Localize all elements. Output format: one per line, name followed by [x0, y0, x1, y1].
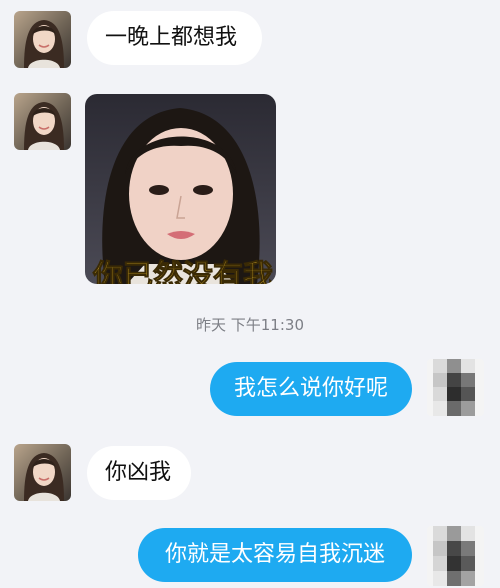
message-bubble-sent[interactable]: 你就是太容易自我沉迷: [138, 528, 412, 582]
message-text: 我怎么说你好呢: [233, 376, 388, 401]
sticker-message[interactable]: 你已然没有我: [85, 94, 276, 284]
contact-avatar-icon: [14, 444, 71, 501]
self-avatar[interactable]: [427, 359, 484, 416]
message-bubble-received[interactable]: 你凶我: [87, 446, 191, 500]
sticker-caption: 你已然没有我: [92, 259, 273, 284]
self-avatar-pixelated-icon: [427, 359, 484, 416]
self-avatar[interactable]: [427, 526, 484, 586]
message-text: 一晚上都想我: [105, 25, 238, 50]
contact-avatar-icon: [14, 11, 71, 68]
contact-avatar-icon: [14, 93, 71, 150]
contact-avatar[interactable]: [14, 93, 71, 150]
message-text: 你就是太容易自我沉迷: [164, 542, 385, 567]
sticker-image: 你已然没有我: [85, 94, 276, 284]
contact-avatar[interactable]: [14, 444, 71, 501]
contact-avatar[interactable]: [14, 11, 71, 68]
message-timestamp: 昨天 下午11:30: [196, 316, 304, 334]
message-bubble-sent[interactable]: 我怎么说你好呢: [210, 362, 412, 416]
message-text: 你凶我: [105, 460, 172, 485]
self-avatar-pixelated-icon: [427, 526, 484, 586]
message-bubble-received[interactable]: 一晚上都想我: [87, 11, 262, 65]
